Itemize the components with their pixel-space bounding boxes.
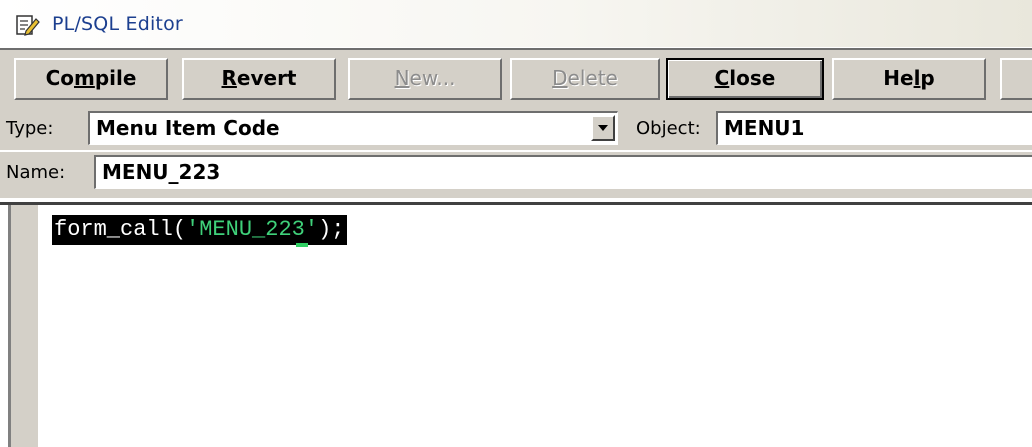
name-label: Name: bbox=[6, 162, 66, 183]
name-field[interactable]: MENU_223 bbox=[94, 155, 1032, 189]
object-label: Object: bbox=[636, 118, 701, 139]
close-button[interactable]: Close bbox=[666, 58, 824, 100]
plsql-editor-window: PL/SQL Editor Compile Revert New... Dele… bbox=[0, 0, 1032, 447]
delete-button[interactable]: Delete bbox=[510, 58, 660, 100]
code-close-token: ); bbox=[318, 217, 345, 242]
name-row: Name: MENU_223 bbox=[0, 152, 1032, 198]
type-label: Type: bbox=[6, 118, 54, 139]
type-select[interactable]: Menu Item Code bbox=[88, 111, 618, 145]
edit-document-icon bbox=[16, 14, 40, 36]
help-button[interactable]: Help bbox=[832, 58, 986, 100]
toolbar-overflow-button[interactable] bbox=[1000, 58, 1032, 100]
code-string-token: 'MENU_223' bbox=[186, 217, 319, 242]
code-open-paren-token: ( bbox=[172, 217, 187, 242]
title-bar[interactable]: PL/SQL Editor bbox=[0, 0, 1032, 47]
type-dropdown-button[interactable] bbox=[591, 115, 615, 141]
chevron-down-icon bbox=[598, 125, 608, 131]
text-cursor bbox=[296, 243, 308, 247]
new-button[interactable]: New... bbox=[348, 58, 502, 100]
code-function-token: form_call bbox=[54, 217, 173, 242]
object-field[interactable]: MENU1 bbox=[716, 111, 1032, 145]
revert-button[interactable]: Revert bbox=[182, 58, 336, 100]
compile-button[interactable]: Compile bbox=[14, 58, 168, 100]
toolbar: Compile Revert New... Delete Close Help bbox=[0, 48, 1032, 108]
type-object-row: Type: Menu Item Code Object: MENU1 bbox=[0, 108, 1032, 150]
gutter-border bbox=[8, 205, 36, 447]
code-line[interactable]: form_call('MENU_223'); bbox=[52, 215, 348, 245]
code-editor[interactable]: form_call('MENU_223'); bbox=[0, 202, 1032, 447]
editor-gutter bbox=[0, 205, 38, 447]
window-title: PL/SQL Editor bbox=[52, 13, 183, 35]
